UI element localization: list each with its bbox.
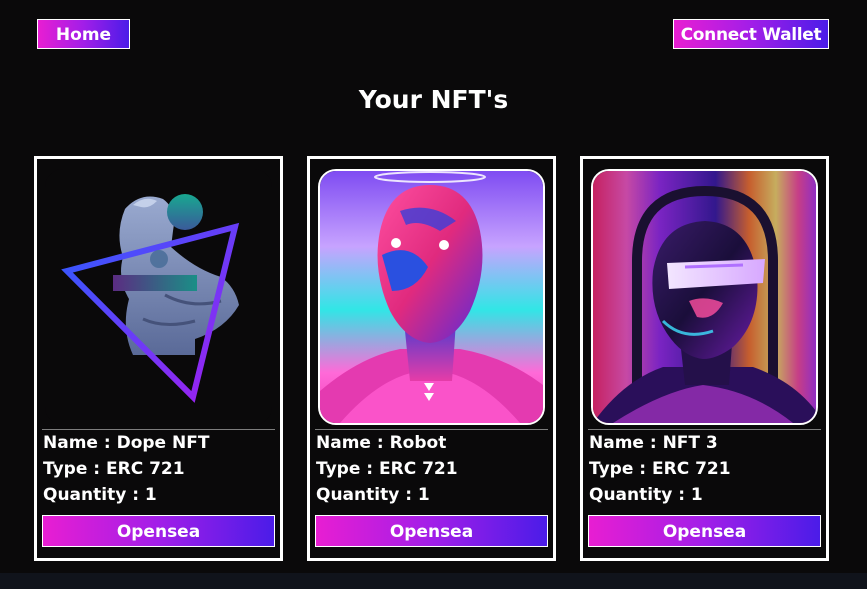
nft-type: Type : ERC 721 [589, 459, 731, 479]
nft-quantity: Quantity : 1 [316, 485, 430, 505]
nft-type: Type : ERC 721 [43, 459, 185, 479]
nft-image-statue [45, 169, 272, 425]
card-divider [588, 429, 821, 430]
page-title: Your NFT's [358, 85, 509, 114]
nft-card-nft-3: Name : NFT 3 Type : ERC 721 Quantity : 1… [580, 156, 829, 561]
home-button[interactable]: Home [37, 19, 130, 49]
opensea-button[interactable]: Opensea [588, 515, 821, 547]
card-divider [42, 429, 275, 430]
card-divider [315, 429, 548, 430]
opensea-button[interactable]: Opensea [315, 515, 548, 547]
nft-card-robot: Name : Robot Type : ERC 721 Quantity : 1… [307, 156, 556, 561]
nft-name: Name : Dope NFT [43, 433, 210, 453]
nft-quantity: Quantity : 1 [43, 485, 157, 505]
nft-name: Name : Robot [316, 433, 447, 453]
neon-face-art-icon [593, 171, 816, 423]
nft-card-dope-nft: Name : Dope NFT Type : ERC 721 Quantity … [34, 156, 283, 561]
connect-wallet-button[interactable]: Connect Wallet [673, 19, 829, 49]
nft-quantity: Quantity : 1 [589, 485, 703, 505]
nft-image-robot [318, 169, 545, 425]
statue-art-icon [45, 169, 272, 425]
robot-art-icon [320, 171, 543, 423]
nft-type: Type : ERC 721 [316, 459, 458, 479]
app-root: Home Connect Wallet Your NFT's Name: Do… [0, 0, 867, 573]
nft-image-neon-face [591, 169, 818, 425]
opensea-button[interactable]: Opensea [42, 515, 275, 547]
nft-name: Name : NFT 3 [589, 433, 718, 453]
footer-strip [0, 573, 867, 589]
